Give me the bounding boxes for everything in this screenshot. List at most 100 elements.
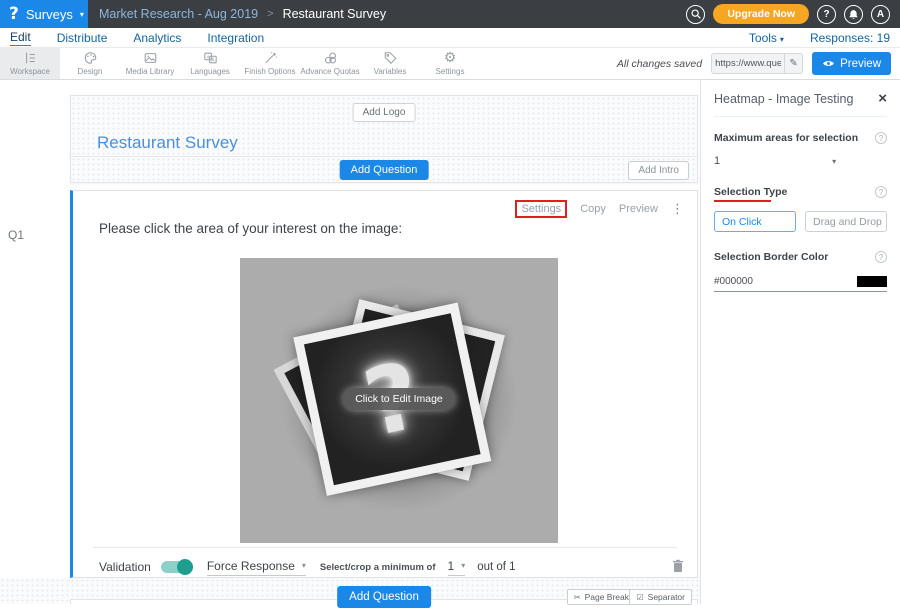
survey-header-footer: Add Question Add Intro xyxy=(71,156,697,182)
out-of-label: out of 1 xyxy=(477,561,515,573)
checkbox-icon: ☑ xyxy=(636,593,643,602)
question-actions: Settings Copy Preview ⋮ xyxy=(515,200,684,218)
on-click-option[interactable]: On Click xyxy=(714,211,796,232)
close-panel-button[interactable]: × xyxy=(878,93,887,105)
toolbar-item-finish-options[interactable]: Finish Options xyxy=(240,48,300,79)
add-question-button-top[interactable]: Add Question xyxy=(340,160,429,180)
divider xyxy=(714,116,887,117)
max-areas-label: Maximum areas for selection xyxy=(714,132,858,144)
max-areas-dropdown[interactable]: 1 ▾ xyxy=(714,155,887,167)
add-question-button-bottom[interactable]: Add Question xyxy=(337,586,431,608)
account-button[interactable]: A xyxy=(871,5,890,24)
chevron-down-icon: ▾ xyxy=(80,10,84,19)
nav-tab-edit[interactable]: Edit xyxy=(10,30,31,46)
minimum-value-dropdown[interactable]: 1 ▾ xyxy=(448,559,466,576)
bell-icon xyxy=(848,9,859,20)
add-intro-button[interactable]: Add Intro xyxy=(628,161,689,180)
magic-wand-icon xyxy=(263,51,278,65)
toolbar-label: Workspace xyxy=(10,67,50,76)
edit-url-button[interactable]: ✎ xyxy=(784,54,802,73)
toolbar-item-design[interactable]: Design xyxy=(60,48,120,79)
survey-url-input[interactable] xyxy=(712,58,784,69)
edit-toolbar: Workspace Design Media Library xA Langua… xyxy=(0,48,900,80)
breadcrumb: Market Research - Aug 2019 > Restaurant … xyxy=(88,0,386,28)
toolbar-item-advance-quotas[interactable]: Advance Quotas xyxy=(300,48,360,79)
separator-label: Separator xyxy=(648,592,685,602)
heatmap-image-placeholder[interactable]: ? Click to Edit Image xyxy=(240,258,558,543)
tag-icon xyxy=(383,51,398,65)
upgrade-now-button[interactable]: Upgrade Now xyxy=(713,4,809,24)
force-response-dropdown[interactable]: Force Response ▾ xyxy=(207,559,306,576)
question-text[interactable]: Please click the area of your interest o… xyxy=(99,221,402,236)
drag-and-drop-option[interactable]: Drag and Drop xyxy=(805,211,887,232)
page-break-label: Page Break xyxy=(585,592,629,602)
preview-label: Preview xyxy=(840,58,881,70)
color-swatch[interactable] xyxy=(857,276,887,287)
question-copy-button[interactable]: Copy xyxy=(580,203,606,215)
question-card: Settings Copy Preview ⋮ Please click the… xyxy=(70,190,698,578)
toolbar-item-media-library[interactable]: Media Library xyxy=(120,48,180,79)
toolbar-label: Design xyxy=(78,67,103,76)
toolbar-label: Settings xyxy=(436,67,465,76)
validation-toggle[interactable] xyxy=(161,561,191,573)
chevron-down-icon: ▾ xyxy=(461,561,465,570)
help-icon[interactable]: ? xyxy=(875,132,887,144)
nav-tab-analytics[interactable]: Analytics xyxy=(133,31,181,45)
trash-icon xyxy=(672,559,684,573)
help-glyph: ? xyxy=(879,188,883,197)
chevron-down-icon: ▾ xyxy=(780,35,784,44)
delete-question-button[interactable] xyxy=(672,559,684,576)
toolbar-label: Advance Quotas xyxy=(300,67,359,76)
toolbar-item-languages[interactable]: xA Languages xyxy=(180,48,240,79)
scissors-icon: ✂ xyxy=(574,593,581,602)
question-preview-button[interactable]: Preview xyxy=(619,203,658,215)
survey-nav: Edit Distribute Analytics Integration To… xyxy=(0,28,900,48)
breadcrumb-survey-name: Restaurant Survey xyxy=(283,7,387,21)
minimum-select-label: Select/crop a minimum of xyxy=(320,562,436,573)
nav-tab-integration[interactable]: Integration xyxy=(207,31,264,45)
toolbar-item-workspace[interactable]: Workspace xyxy=(0,48,60,79)
translate-icon: xA xyxy=(203,51,218,65)
minimum-value: 1 xyxy=(448,559,455,573)
click-to-edit-image-button[interactable]: Click to Edit Image xyxy=(343,388,455,410)
svg-text:x: x xyxy=(206,55,209,60)
help-button[interactable]: ? xyxy=(817,5,836,24)
help-icon: ? xyxy=(823,9,829,20)
survey-header-card: Add Logo Restaurant Survey Add Question … xyxy=(70,95,698,183)
toolbar-label: Finish Options xyxy=(244,67,295,76)
help-icon[interactable]: ? xyxy=(875,186,887,198)
help-icon[interactable]: ? xyxy=(875,251,887,263)
max-areas-value: 1 xyxy=(714,155,720,167)
nav-right: Tools▾ Responses: 19 xyxy=(749,31,900,45)
tools-label: Tools xyxy=(749,31,777,45)
question-more-menu[interactable]: ⋮ xyxy=(671,202,684,217)
top-bar: ? Surveys ▾ Market Research - Aug 2019 >… xyxy=(0,0,900,28)
topbar-actions: Upgrade Now ? A xyxy=(686,0,900,28)
border-color-input[interactable]: #000000 xyxy=(714,276,887,292)
tools-menu[interactable]: Tools▾ xyxy=(749,31,784,45)
avatar: A xyxy=(877,9,884,20)
page-break-button[interactable]: ✂ Page Break xyxy=(567,589,636,605)
palette-icon xyxy=(83,51,98,65)
toolbar-item-settings[interactable]: ⚙ Settings xyxy=(420,48,480,79)
survey-title[interactable]: Restaurant Survey xyxy=(97,133,238,153)
help-glyph: ? xyxy=(879,253,883,262)
separator-button[interactable]: ☑ Separator xyxy=(629,589,692,605)
selection-type-options: On Click Drag and Drop xyxy=(714,211,887,232)
breadcrumb-survey-folder[interactable]: Market Research - Aug 2019 xyxy=(99,7,258,21)
nav-tab-distribute[interactable]: Distribute xyxy=(57,31,108,45)
toolbar-item-variables[interactable]: Variables xyxy=(360,48,420,79)
question-settings-button[interactable]: Settings xyxy=(515,200,567,218)
preview-button[interactable]: Preview xyxy=(812,52,891,75)
notifications-button[interactable] xyxy=(844,5,863,24)
selection-type-row: Selection Type ? xyxy=(714,186,887,198)
save-status: All changes saved xyxy=(617,58,702,70)
add-logo-button[interactable]: Add Logo xyxy=(353,103,416,122)
surveys-menu[interactable]: ? Surveys ▾ xyxy=(0,0,88,28)
search-button[interactable] xyxy=(686,5,705,24)
validation-label: Validation xyxy=(99,560,151,574)
ellipsis-icon: ⋮ xyxy=(671,202,684,217)
responses-link[interactable]: Responses: 19 xyxy=(810,31,890,45)
chevron-down-icon: ▾ xyxy=(302,561,306,570)
chevron-down-icon: ▾ xyxy=(832,157,836,166)
